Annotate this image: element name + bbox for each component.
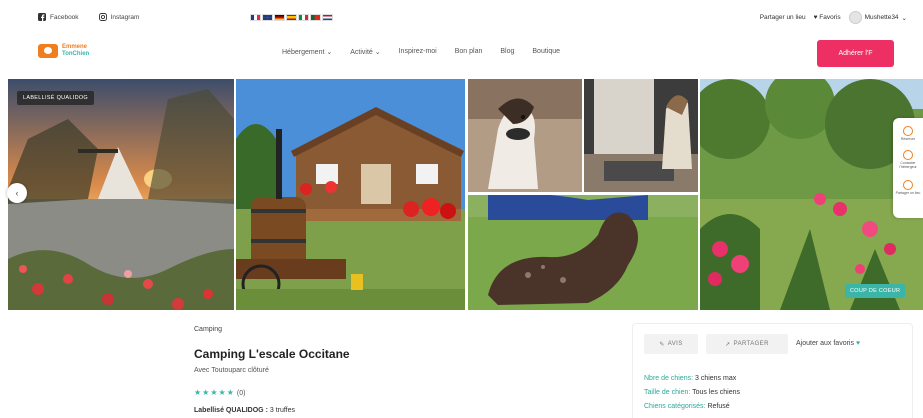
share-button-label: PARTAGER (733, 341, 769, 347)
join-button[interactable]: Adhérer l'F (817, 40, 894, 67)
favorites-link[interactable]: ♥ Favoris (814, 14, 841, 21)
info-key: Chiens catégorisés: (644, 403, 706, 410)
info-key: Nbre de chiens: (644, 375, 694, 382)
add-favorite-label: Ajouter aux favoris (796, 340, 854, 347)
username: Mushette34 (864, 14, 899, 21)
social-links: Facebook Instagram (38, 13, 139, 21)
info-row: Chiens catégorisés: Refusé (644, 403, 730, 410)
gallery-prev-button[interactable]: ‹ (7, 183, 27, 203)
contact-label: Contacter l'hébergeur (899, 161, 917, 169)
menu: Hébergement ⌄ Activité ⌄ Inspirez-moi Bo… (282, 48, 560, 56)
info-value: 3 chiens max (694, 375, 737, 382)
gallery-photo-chalet[interactable] (236, 79, 465, 310)
share-place-link[interactable]: Partager un lieu (760, 14, 806, 21)
language-selector (250, 14, 333, 21)
heart-icon: ♥ (813, 14, 818, 21)
user-menu[interactable]: Mushette34 ⌄ (848, 11, 907, 24)
logo-line-2: TonChien (62, 51, 90, 57)
flag-de-icon[interactable] (274, 14, 285, 21)
reserve-action[interactable]: Réserver (893, 126, 923, 141)
category-label: Camping (194, 326, 223, 333)
heart-icon: ♥ (855, 340, 861, 347)
gallery-photo-sunset[interactable] (8, 79, 234, 310)
qualidog-label: Labellisé QUALIDOG : (194, 407, 268, 414)
flag-it-icon[interactable] (298, 14, 309, 21)
page-title: Camping L'escale Occitane (194, 347, 350, 361)
menu-item-inspirez-moi[interactable]: Inspirez-moi (399, 48, 437, 56)
logo-dog-icon (38, 44, 58, 58)
rating-count: (0) (236, 390, 246, 397)
info-key: Taille de chien: (644, 389, 691, 396)
top-bar: Facebook Instagram Partager un lieu ♥ Fa… (0, 0, 923, 36)
flag-nl-icon[interactable] (322, 14, 333, 21)
info-row: Nbre de chiens: 3 chiens max (644, 375, 736, 382)
flag-en-icon[interactable] (262, 14, 273, 21)
menu-item-boutique[interactable]: Boutique (532, 48, 560, 56)
listing-subtitle: Avec Toutouparc clôturé (194, 367, 269, 374)
listing-category: Camping (194, 326, 222, 333)
share-button[interactable]: ↗ PARTAGER (706, 334, 788, 354)
flag-pt-icon[interactable] (310, 14, 321, 21)
reviews-button[interactable]: ✎ AVIS (644, 334, 698, 354)
menu-item-bon-plan[interactable]: Bon plan (455, 48, 483, 56)
facebook-link[interactable]: Facebook (50, 14, 79, 21)
coup-de-coeur-badge: COUP DE COEUR (845, 284, 906, 298)
chevron-left-icon: ‹ (15, 188, 19, 198)
mail-icon (903, 150, 913, 160)
reserve-label: Réserver (900, 137, 916, 141)
contact-action[interactable]: Contacter l'hébergeur (893, 150, 923, 169)
main-nav: Emmene TonChien Hébergement ⌄ Activité ⌄… (0, 38, 923, 68)
rating[interactable]: ★★★★★ (0) (194, 388, 245, 397)
facebook-icon[interactable] (38, 13, 46, 21)
star-icons: ★★★★★ (194, 388, 235, 397)
gallery-photo-dog-door[interactable] (584, 79, 698, 192)
menu-label: Hébergement (282, 49, 325, 56)
qualidog-rating: Labellisé QUALIDOG : 3 truffes (194, 407, 295, 414)
gallery-photo-dog-gravel[interactable] (468, 79, 582, 192)
share-icon: ↗ (725, 341, 731, 348)
menu-item-blog[interactable]: Blog (500, 48, 514, 56)
menu-label: Activité (350, 49, 373, 56)
plus-icon (903, 180, 913, 190)
chevron-down-icon: ⌄ (901, 14, 907, 22)
avatar (848, 11, 862, 24)
add-favorite-link[interactable]: Ajouter aux favoris ♥ (796, 340, 860, 347)
share-label: Partager un lieu (895, 191, 921, 195)
instagram-icon[interactable] (98, 13, 107, 21)
comment-icon: ✎ (659, 341, 665, 348)
calendar-icon (903, 126, 913, 136)
flag-es-icon[interactable] (286, 14, 297, 21)
share-action[interactable]: Partager un lieu (893, 180, 923, 195)
flag-fr-icon[interactable] (250, 14, 261, 21)
qualidog-badge: LABELLISÉ QUALIDOG (17, 91, 95, 105)
favorites-label: Favoris (819, 14, 841, 21)
reviews-label: AVIS (667, 341, 683, 347)
logo[interactable]: Emmene TonChien (38, 44, 89, 58)
floating-actions: Réserver Contacter l'hébergeur Partager … (893, 118, 923, 218)
menu-item-activite[interactable]: Activité ⌄ (350, 48, 380, 56)
gallery-photo-garden[interactable] (700, 79, 923, 310)
gallery-photo-dog-grass[interactable] (468, 195, 698, 310)
qualidog-value: 3 truffes (269, 407, 296, 414)
menu-item-hebergement[interactable]: Hébergement ⌄ (282, 48, 332, 56)
info-row: Taille de chien: Tous les chiens (644, 389, 740, 396)
info-value: Tous les chiens (692, 389, 740, 396)
info-value: Refusé (707, 403, 730, 410)
instagram-link[interactable]: Instagram (111, 14, 140, 21)
top-right-links: Partager un lieu ♥ Favoris Mushette34 ⌄ (760, 11, 907, 24)
logo-line-1: Emmene (62, 44, 88, 50)
